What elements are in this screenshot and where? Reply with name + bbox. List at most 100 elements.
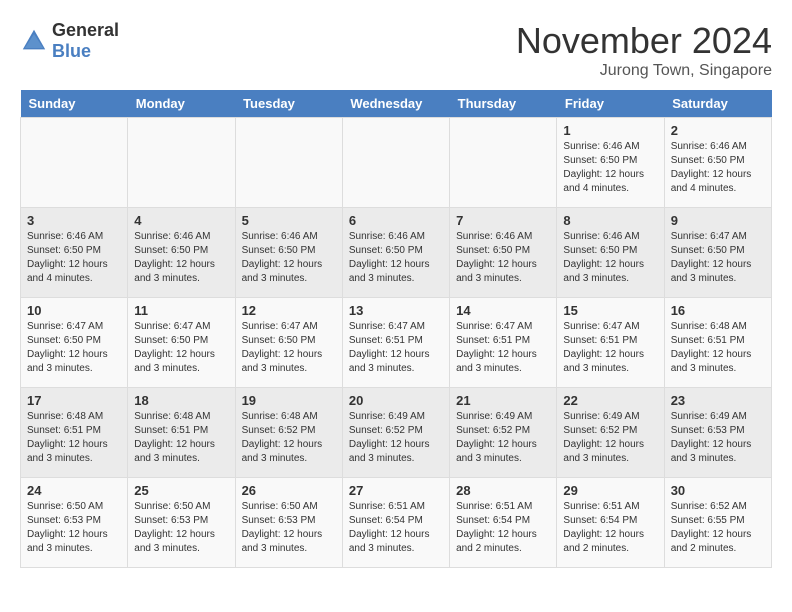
calendar-cell: 3 Sunrise: 6:46 AM Sunset: 6:50 PM Daylig… [21, 208, 128, 298]
calendar-cell: 19Sunrise: 6:48 AM Sunset: 6:52 PM Dayli… [235, 388, 342, 478]
day-details: Sunrise: 6:48 AM Sunset: 6:51 PM Dayligh… [671, 320, 765, 376]
logo-general-text: General [52, 20, 119, 40]
calendar-cell: 12 Sunrise: 6:47 AM Sunset: 6:50 PM Dayli… [235, 298, 342, 388]
day-details: Sunrise: 6:47 AM Sunset: 6:50 PM Dayligh… [671, 230, 765, 286]
header-saturday: Saturday [664, 90, 771, 118]
day-details: Sunrise: 6:47 AM Sunset: 6:50 PM Dayligh… [242, 320, 336, 376]
calendar-table: SundayMondayTuesdayWednesdayThursdayFrid… [20, 90, 772, 568]
calendar-header-row: SundayMondayTuesdayWednesdayThursdayFrid… [21, 90, 772, 118]
calendar-cell: 25 Sunrise: 6:50 AM Sunset: 6:53 PM Dayli… [128, 478, 235, 568]
day-details: Sunrise: 6:51 AM Sunset: 6:54 PM Dayligh… [349, 500, 443, 556]
day-details: Sunrise: 6:46 AM Sunset: 6:50 PM Dayligh… [563, 230, 657, 286]
calendar-cell: 8 Sunrise: 6:46 AM Sunset: 6:50 PM Daylig… [557, 208, 664, 298]
day-details: Sunrise: 6:48 AM Sunset: 6:51 PM Dayligh… [134, 410, 228, 466]
day-details: Sunrise: 6:50 AM Sunset: 6:53 PM Dayligh… [134, 500, 228, 556]
day-details: Sunrise: 6:46 AM Sunset: 6:50 PM Dayligh… [456, 230, 550, 286]
day-number: 15 [563, 303, 657, 318]
calendar-week-1: 1Sunrise: 6:46 AM Sunset: 6:50 PM Daylig… [21, 118, 772, 208]
calendar-cell: 13 Sunrise: 6:47 AM Sunset: 6:51 PM Dayli… [342, 298, 449, 388]
calendar-cell: 6Sunrise: 6:46 AM Sunset: 6:50 PM Daylig… [342, 208, 449, 298]
logo-icon [20, 27, 48, 55]
calendar-cell: 2Sunrise: 6:46 AM Sunset: 6:50 PM Daylig… [664, 118, 771, 208]
calendar-cell: 7 Sunrise: 6:46 AM Sunset: 6:50 PM Daylig… [450, 208, 557, 298]
calendar-cell: 26 Sunrise: 6:50 AM Sunset: 6:53 PM Dayli… [235, 478, 342, 568]
day-details: Sunrise: 6:50 AM Sunset: 6:53 PM Dayligh… [242, 500, 336, 556]
calendar-week-2: 3 Sunrise: 6:46 AM Sunset: 6:50 PM Daylig… [21, 208, 772, 298]
day-number: 7 [456, 213, 550, 228]
day-number: 20 [349, 393, 443, 408]
day-details: Sunrise: 6:49 AM Sunset: 6:52 PM Dayligh… [563, 410, 657, 466]
calendar-cell [450, 118, 557, 208]
day-details: Sunrise: 6:47 AM Sunset: 6:50 PM Dayligh… [27, 320, 121, 376]
day-number: 18 [134, 393, 228, 408]
calendar-cell: 27 Sunrise: 6:51 AM Sunset: 6:54 PM Dayli… [342, 478, 449, 568]
day-number: 28 [456, 483, 550, 498]
day-details: Sunrise: 6:51 AM Sunset: 6:54 PM Dayligh… [456, 500, 550, 556]
day-number: 27 [349, 483, 443, 498]
title-block: November 2024 Jurong Town, Singapore [516, 20, 772, 80]
logo-blue-text: Blue [52, 41, 91, 61]
page-header: General Blue November 2024 Jurong Town, … [20, 20, 772, 80]
calendar-week-4: 17 Sunrise: 6:48 AM Sunset: 6:51 PM Dayli… [21, 388, 772, 478]
day-number: 29 [563, 483, 657, 498]
calendar-cell: 28 Sunrise: 6:51 AM Sunset: 6:54 PM Dayli… [450, 478, 557, 568]
day-details: Sunrise: 6:46 AM Sunset: 6:50 PM Dayligh… [563, 140, 657, 196]
calendar-week-5: 24 Sunrise: 6:50 AM Sunset: 6:53 PM Dayli… [21, 478, 772, 568]
day-details: Sunrise: 6:51 AM Sunset: 6:54 PM Dayligh… [563, 500, 657, 556]
day-number: 9 [671, 213, 765, 228]
day-number: 16 [671, 303, 765, 318]
day-number: 25 [134, 483, 228, 498]
calendar-cell: 18 Sunrise: 6:48 AM Sunset: 6:51 PM Dayli… [128, 388, 235, 478]
calendar-cell [235, 118, 342, 208]
day-number: 4 [134, 213, 228, 228]
day-number: 13 [349, 303, 443, 318]
day-details: Sunrise: 6:46 AM Sunset: 6:50 PM Dayligh… [27, 230, 121, 286]
day-details: Sunrise: 6:47 AM Sunset: 6:51 PM Dayligh… [349, 320, 443, 376]
day-number: 8 [563, 213, 657, 228]
calendar-cell: 4 Sunrise: 6:46 AM Sunset: 6:50 PM Daylig… [128, 208, 235, 298]
calendar-cell: 5 Sunrise: 6:46 AM Sunset: 6:50 PM Daylig… [235, 208, 342, 298]
header-friday: Friday [557, 90, 664, 118]
calendar-cell [21, 118, 128, 208]
day-number: 30 [671, 483, 765, 498]
location-subtitle: Jurong Town, Singapore [516, 62, 772, 80]
day-number: 21 [456, 393, 550, 408]
day-details: Sunrise: 6:49 AM Sunset: 6:52 PM Dayligh… [349, 410, 443, 466]
calendar-cell: 17Sunrise: 6:48 AM Sunset: 6:51 PM Dayli… [21, 388, 128, 478]
header-monday: Monday [128, 90, 235, 118]
day-number: 23 [671, 393, 765, 408]
calendar-cell: 29 Sunrise: 6:51 AM Sunset: 6:54 PM Dayli… [557, 478, 664, 568]
calendar-cell: 23Sunrise: 6:49 AM Sunset: 6:53 PM Dayli… [664, 388, 771, 478]
day-number: 5 [242, 213, 336, 228]
day-details: Sunrise: 6:52 AM Sunset: 6:55 PM Dayligh… [671, 500, 765, 556]
header-tuesday: Tuesday [235, 90, 342, 118]
calendar-cell: 11Sunrise: 6:47 AM Sunset: 6:50 PM Dayli… [128, 298, 235, 388]
day-number: 24 [27, 483, 121, 498]
day-number: 12 [242, 303, 336, 318]
header-thursday: Thursday [450, 90, 557, 118]
day-details: Sunrise: 6:47 AM Sunset: 6:51 PM Dayligh… [563, 320, 657, 376]
day-number: 26 [242, 483, 336, 498]
day-number: 19 [242, 393, 336, 408]
calendar-cell: 14Sunrise: 6:47 AM Sunset: 6:51 PM Dayli… [450, 298, 557, 388]
calendar-cell: 1Sunrise: 6:46 AM Sunset: 6:50 PM Daylig… [557, 118, 664, 208]
day-details: Sunrise: 6:47 AM Sunset: 6:50 PM Dayligh… [134, 320, 228, 376]
day-number: 17 [27, 393, 121, 408]
calendar-cell: 15 Sunrise: 6:47 AM Sunset: 6:51 PM Dayli… [557, 298, 664, 388]
calendar-cell [128, 118, 235, 208]
day-details: Sunrise: 6:46 AM Sunset: 6:50 PM Dayligh… [134, 230, 228, 286]
day-details: Sunrise: 6:47 AM Sunset: 6:51 PM Dayligh… [456, 320, 550, 376]
logo: General Blue [20, 20, 119, 62]
day-details: Sunrise: 6:46 AM Sunset: 6:50 PM Dayligh… [242, 230, 336, 286]
calendar-cell: 24Sunrise: 6:50 AM Sunset: 6:53 PM Dayli… [21, 478, 128, 568]
day-number: 2 [671, 123, 765, 138]
calendar-cell [342, 118, 449, 208]
calendar-cell: 10Sunrise: 6:47 AM Sunset: 6:50 PM Dayli… [21, 298, 128, 388]
day-number: 6 [349, 213, 443, 228]
day-number: 3 [27, 213, 121, 228]
day-number: 22 [563, 393, 657, 408]
month-title: November 2024 [516, 20, 772, 62]
header-wednesday: Wednesday [342, 90, 449, 118]
day-details: Sunrise: 6:49 AM Sunset: 6:52 PM Dayligh… [456, 410, 550, 466]
calendar-cell: 30 Sunrise: 6:52 AM Sunset: 6:55 PM Dayli… [664, 478, 771, 568]
